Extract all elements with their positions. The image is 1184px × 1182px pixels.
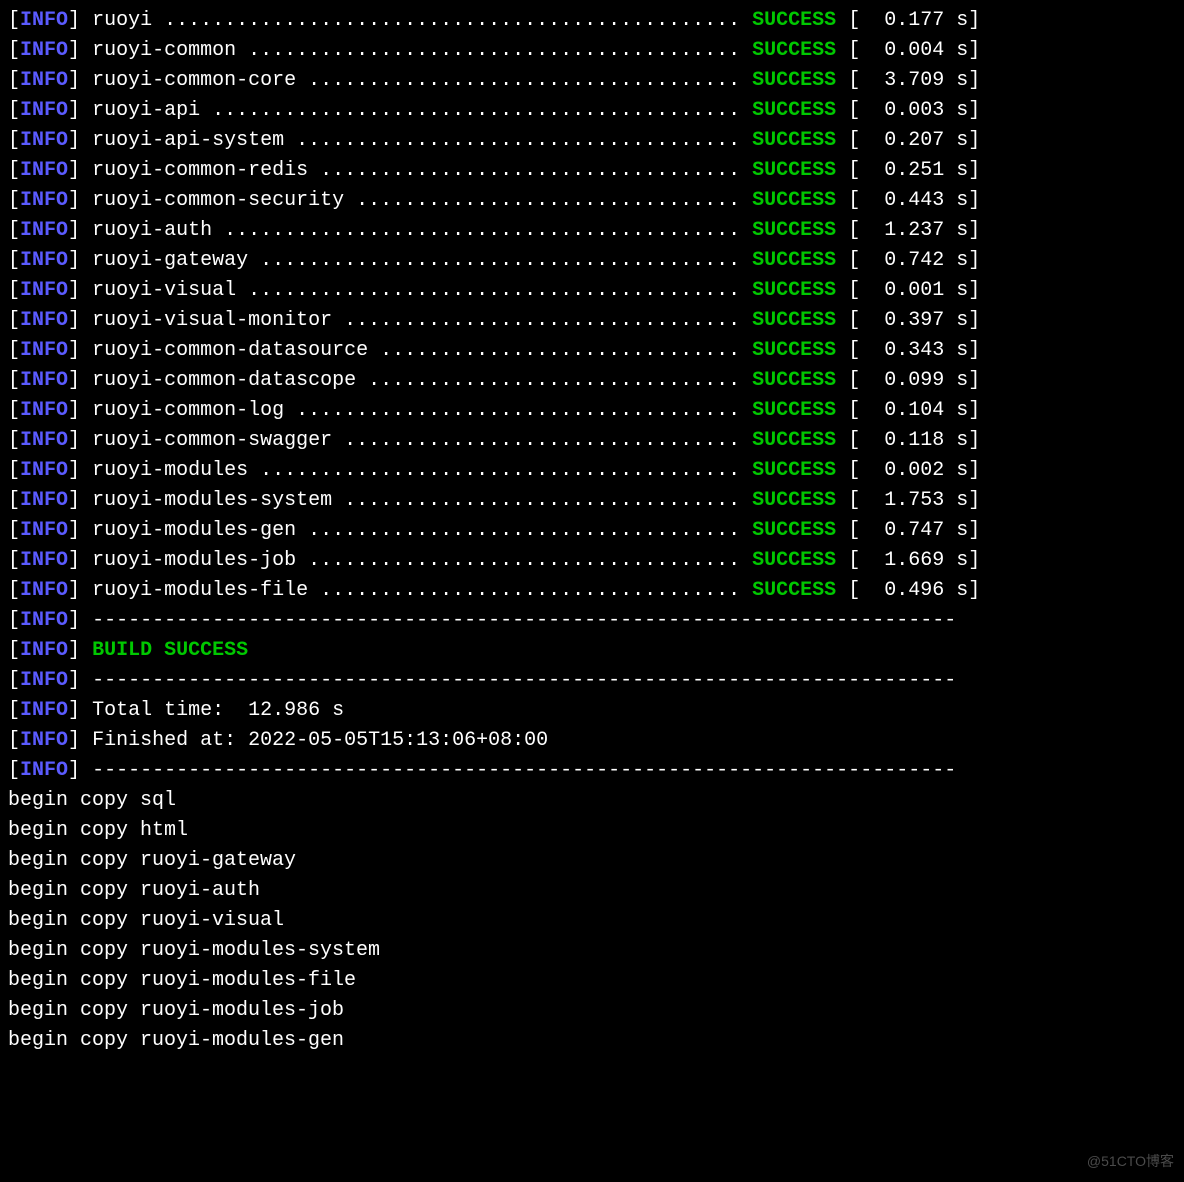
total-time-line: [INFO] Total time: 12.986 s: [8, 696, 1176, 726]
build-module-line: [INFO] ruoyi-common-core ...............…: [8, 66, 1176, 96]
build-module-line: [INFO] ruoyi-common-datasource .........…: [8, 336, 1176, 366]
build-module-line: [INFO] ruoyi-modules-system ............…: [8, 486, 1176, 516]
rule-line: [INFO] ---------------------------------…: [8, 606, 1176, 636]
finished-at-line: [INFO] Finished at: 2022-05-05T15:13:06+…: [8, 726, 1176, 756]
build-module-line: [INFO] ruoyi-common ....................…: [8, 36, 1176, 66]
build-module-line: [INFO] ruoyi-common-security ...........…: [8, 186, 1176, 216]
build-module-line: [INFO] ruoyi ...........................…: [8, 6, 1176, 36]
copy-line: begin copy ruoyi-visual: [8, 906, 1176, 936]
build-module-line: [INFO] ruoyi-modules-file ..............…: [8, 576, 1176, 606]
build-module-line: [INFO] ruoyi-auth ......................…: [8, 216, 1176, 246]
build-module-line: [INFO] ruoyi-modules ...................…: [8, 456, 1176, 486]
copy-line: begin copy ruoyi-auth: [8, 876, 1176, 906]
build-module-line: [INFO] ruoyi-common-datascope ..........…: [8, 366, 1176, 396]
copy-line: begin copy sql: [8, 786, 1176, 816]
copy-line: begin copy ruoyi-modules-system: [8, 936, 1176, 966]
copy-line: begin copy ruoyi-modules-gen: [8, 1026, 1176, 1056]
build-module-line: [INFO] ruoyi-common-redis ..............…: [8, 156, 1176, 186]
build-module-line: [INFO] ruoyi-modules-gen ...............…: [8, 516, 1176, 546]
build-module-line: [INFO] ruoyi-gateway ...................…: [8, 246, 1176, 276]
terminal-output: [INFO] ruoyi ...........................…: [8, 6, 1176, 1056]
build-module-line: [INFO] ruoyi-modules-job ...............…: [8, 546, 1176, 576]
build-success-line: [INFO] BUILD SUCCESS: [8, 636, 1176, 666]
copy-line: begin copy ruoyi-modules-file: [8, 966, 1176, 996]
rule-line: [INFO] ---------------------------------…: [8, 756, 1176, 786]
copy-line: begin copy html: [8, 816, 1176, 846]
rule-line: [INFO] ---------------------------------…: [8, 666, 1176, 696]
build-module-line: [INFO] ruoyi-common-log ................…: [8, 396, 1176, 426]
build-module-line: [INFO] ruoyi-api .......................…: [8, 96, 1176, 126]
copy-line: begin copy ruoyi-modules-job: [8, 996, 1176, 1026]
copy-line: begin copy ruoyi-gateway: [8, 846, 1176, 876]
build-module-line: [INFO] ruoyi-api-system ................…: [8, 126, 1176, 156]
build-module-line: [INFO] ruoyi-common-swagger ............…: [8, 426, 1176, 456]
build-module-line: [INFO] ruoyi-visual ....................…: [8, 276, 1176, 306]
build-module-line: [INFO] ruoyi-visual-monitor ............…: [8, 306, 1176, 336]
watermark: @51CTO博客: [1087, 1146, 1174, 1176]
